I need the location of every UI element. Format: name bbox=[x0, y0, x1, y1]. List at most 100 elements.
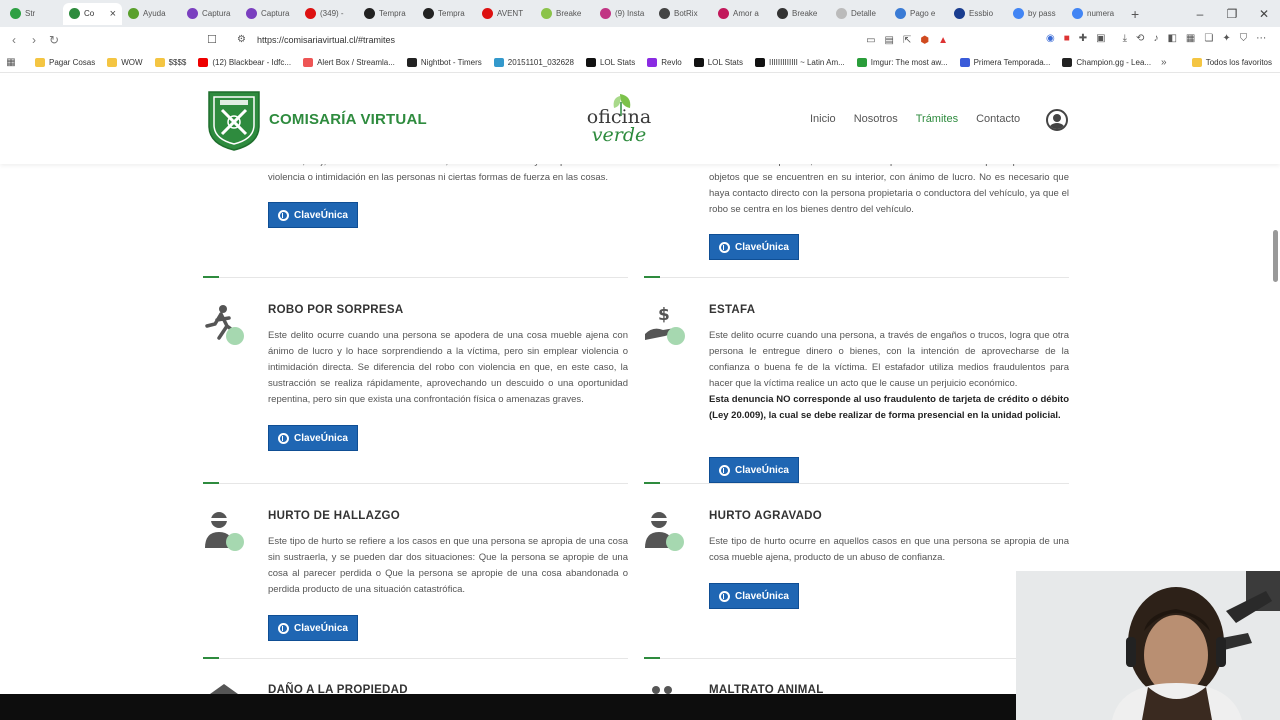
carabineros-logo-icon[interactable] bbox=[205, 88, 263, 152]
history-icon[interactable]: ⟲ bbox=[1136, 33, 1144, 44]
tab-list: Str Co × Ayuda Captura Captura (349) - Tempra Te… bbox=[4, 2, 1125, 25]
extensions-icon[interactable]: ✚ bbox=[1079, 33, 1087, 44]
browser-tab[interactable]: (9) Insta bbox=[594, 3, 653, 25]
claveunica-button[interactable]: ClaveÚnica bbox=[709, 457, 799, 483]
card-divider bbox=[203, 657, 628, 659]
share-icon[interactable]: ⇱ bbox=[903, 35, 911, 46]
download-icon[interactable]: ⤓ bbox=[1123, 33, 1127, 44]
nav-inicio[interactable]: Inicio bbox=[810, 113, 836, 125]
bookmark-item[interactable]: IIIIIIIIIIIII ~ Latin Am... bbox=[750, 58, 850, 67]
bookmarks-overflow[interactable]: » bbox=[1161, 57, 1167, 68]
browser-tab[interactable]: Str bbox=[4, 3, 63, 25]
claveunica-button[interactable]: ClaveÚnica bbox=[268, 615, 358, 641]
split-icon[interactable]: ◧ bbox=[1167, 33, 1176, 44]
tab-favicon-icon bbox=[423, 8, 434, 19]
card-divider bbox=[203, 276, 628, 278]
browser-tab[interactable]: Amor a bbox=[712, 3, 771, 25]
card-text-hurto-agravado: Este tipo de hurto ocurre en aquellos ca… bbox=[709, 536, 1069, 563]
copy-icon[interactable]: ❏ bbox=[1204, 33, 1213, 44]
minimize-icon[interactable]: – bbox=[1184, 7, 1216, 21]
claveunica-label: ClaveÚnica bbox=[735, 241, 789, 253]
close-tab-icon[interactable]: × bbox=[110, 8, 116, 20]
scrollbar-thumb[interactable] bbox=[1273, 230, 1278, 282]
apps-grid-icon[interactable]: ▦ bbox=[0, 57, 22, 68]
claveunica-button[interactable]: ClaveÚnica bbox=[268, 202, 358, 228]
site-info-icon[interactable]: ⚙ bbox=[237, 34, 246, 45]
bookmark-item[interactable]: LOL Stats bbox=[581, 58, 640, 67]
browser-tab[interactable]: (349) - bbox=[299, 3, 358, 25]
browser-tab[interactable]: Ayuda bbox=[122, 3, 181, 25]
claveunica-icon bbox=[278, 432, 290, 444]
music-icon[interactable]: ♪ bbox=[1153, 33, 1158, 44]
bookmark-label: Nightbot - Timers bbox=[420, 58, 482, 67]
browser-tab[interactable]: Breake bbox=[771, 3, 830, 25]
all-favorites[interactable]: Todos los favoritos bbox=[1191, 58, 1272, 67]
bookmark-item[interactable]: Champion.gg - Lea... bbox=[1057, 58, 1156, 67]
bookmark-star-icon[interactable]: ☐ bbox=[207, 33, 217, 46]
oficina-verde-logo[interactable]: oficina verde bbox=[578, 90, 660, 152]
browser-tab[interactable]: BotRix bbox=[653, 3, 712, 25]
bookmark-label: 20151101_032628 bbox=[507, 58, 574, 67]
bookmark-item[interactable]: Pagar Cosas bbox=[30, 58, 100, 67]
card-text-top-right: autorización las puertas, ventanas u otr… bbox=[709, 164, 1069, 215]
rewards-icon[interactable]: ▲ bbox=[938, 35, 948, 46]
browser-tab[interactable]: Tempra bbox=[417, 3, 476, 25]
menu-icon[interactable]: ⋯ bbox=[1256, 33, 1266, 44]
claveunica-button[interactable]: ClaveÚnica bbox=[709, 583, 799, 609]
bookmark-favicon-icon bbox=[585, 58, 596, 67]
tab-favicon-icon bbox=[1013, 8, 1024, 19]
forward-icon[interactable]: › bbox=[24, 33, 44, 47]
browser-tab[interactable]: Captura bbox=[240, 3, 299, 25]
bookmark-item[interactable]: Nightbot - Timers bbox=[402, 58, 487, 67]
card-title-hurto-agravado: HURTO AGRAVADO bbox=[709, 510, 823, 522]
brand-title[interactable]: COMISARÍA VIRTUAL bbox=[269, 111, 427, 128]
reload-icon[interactable]: ↻ bbox=[44, 33, 64, 47]
reader-icon[interactable]: ▤ bbox=[885, 35, 894, 46]
browser-tab[interactable]: Detalle bbox=[830, 3, 889, 25]
bookmark-item[interactable]: 20151101_032628 bbox=[489, 58, 579, 67]
browser-tab[interactable]: numera bbox=[1066, 3, 1125, 25]
browser-tab[interactable]: AVENT bbox=[476, 3, 535, 25]
browser-tab[interactable]: by pass bbox=[1007, 3, 1066, 25]
bookmark-item[interactable]: $$$$ bbox=[150, 58, 192, 67]
nav-tramites[interactable]: Trámites bbox=[916, 113, 958, 125]
bookmark-label: $$$$ bbox=[168, 58, 187, 67]
bookmark-item[interactable]: Revlo bbox=[642, 58, 686, 67]
bookmark-item[interactable]: Primera Temporada... bbox=[955, 58, 1056, 67]
tab-favicon-icon bbox=[895, 8, 906, 19]
card-divider bbox=[644, 276, 1069, 278]
url-box[interactable]: ☐ ⚙ https://comisariavirtual.cl/#tramite… bbox=[207, 29, 954, 51]
claveunica-button[interactable]: ClaveÚnica bbox=[709, 234, 799, 260]
sidebar-icon[interactable]: ▣ bbox=[1096, 33, 1105, 44]
restore-icon[interactable]: ❐ bbox=[1216, 7, 1248, 21]
bookmark-item[interactable]: Imgur: The most aw... bbox=[852, 58, 953, 67]
shield-icon[interactable]: ⛉ bbox=[1240, 33, 1248, 44]
user-account-icon[interactable] bbox=[1046, 109, 1068, 131]
browser-tab[interactable]: Pago e bbox=[889, 3, 948, 25]
back-icon[interactable]: ‹ bbox=[4, 33, 24, 47]
extension-icon[interactable]: ■ bbox=[1064, 33, 1070, 44]
bookmark-item[interactable]: LOL Stats bbox=[689, 58, 748, 67]
claveunica-label: ClaveÚnica bbox=[735, 464, 789, 476]
nav-contacto[interactable]: Contacto bbox=[976, 113, 1020, 125]
bookmark-item[interactable]: WOW bbox=[102, 58, 147, 67]
claveunica-button[interactable]: ClaveÚnica bbox=[268, 425, 358, 451]
close-window-icon[interactable]: ✕ bbox=[1248, 7, 1280, 21]
browser-tab[interactable]: Breake bbox=[535, 3, 594, 25]
tab-active[interactable]: Co × bbox=[63, 2, 122, 25]
bookmark-item[interactable]: (12) Blackbear - Idfc... bbox=[193, 58, 296, 67]
ai-icon[interactable]: ✦ bbox=[1222, 33, 1230, 44]
bookmark-item[interactable]: Alert Box / Streamla... bbox=[298, 58, 400, 67]
url-text[interactable]: https://comisariavirtual.cl/#tramites bbox=[257, 35, 395, 45]
nav-nosotros[interactable]: Nosotros bbox=[854, 113, 898, 125]
card-title-estafa: ESTAFA bbox=[709, 304, 756, 316]
browser-tab[interactable]: Essbio bbox=[948, 3, 1007, 25]
extension-icon[interactable]: ◉ bbox=[1046, 33, 1055, 44]
new-tab-button[interactable]: + bbox=[1131, 6, 1139, 22]
browser-tab[interactable]: Captura bbox=[181, 3, 240, 25]
browser-tab[interactable]: Tempra bbox=[358, 3, 417, 25]
wallet-icon[interactable]: ▦ bbox=[1186, 33, 1195, 44]
cast-icon[interactable]: ▭ bbox=[866, 35, 875, 46]
brave-shield-icon[interactable]: ⬢ bbox=[920, 35, 929, 46]
tab-favicon-icon bbox=[246, 8, 257, 19]
